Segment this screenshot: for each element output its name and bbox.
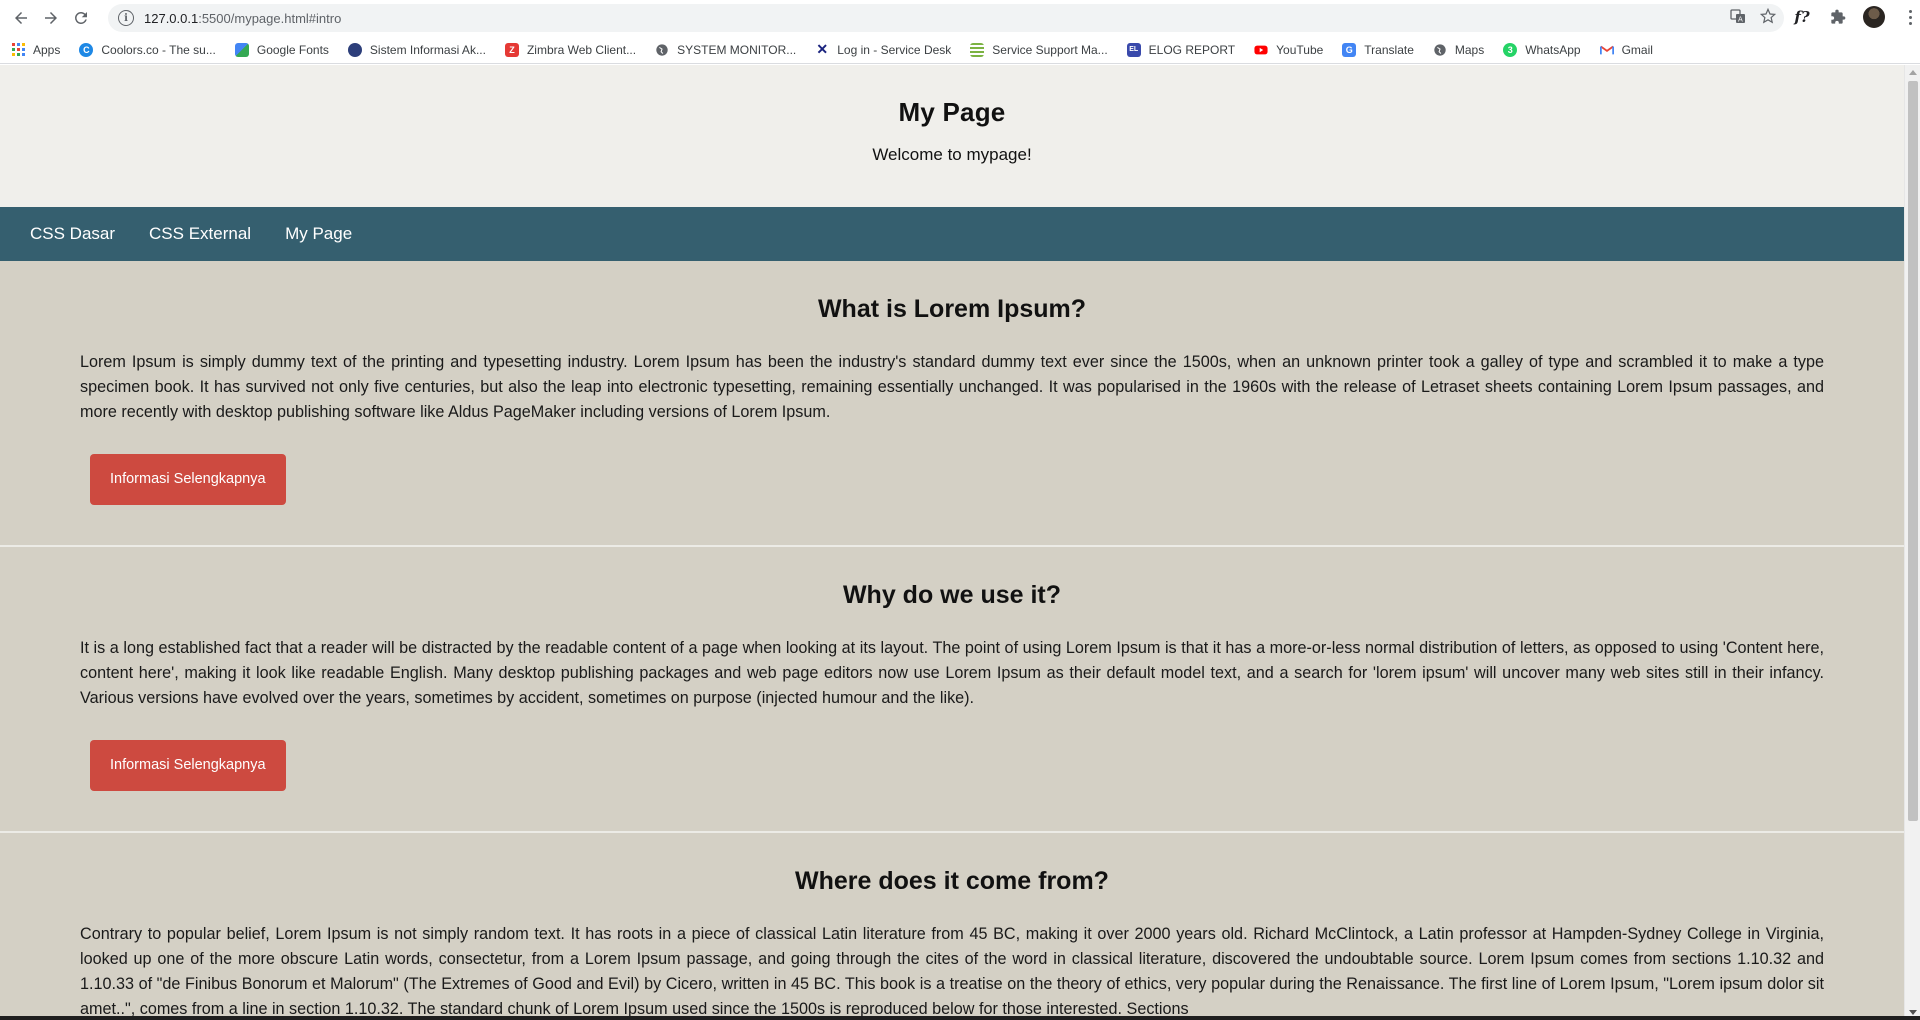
section-why-use-it: Why do we use it? It is a long establish… — [0, 547, 1904, 833]
bookmark-whatsapp[interactable]: 3 WhatsApp — [1503, 42, 1581, 57]
bookmark-youtube[interactable]: YouTube — [1254, 43, 1323, 57]
section-body: Lorem Ipsum is simply dummy text of the … — [80, 353, 1824, 421]
fx-extension-icon[interactable]: f? — [1788, 3, 1816, 31]
service-desk-icon: ✕ — [816, 41, 829, 57]
page-subtitle: Welcome to mypage! — [872, 145, 1032, 164]
bookmark-star-icon[interactable] — [1760, 8, 1776, 24]
apps-grid-icon — [12, 43, 25, 56]
scroll-up-arrow-icon[interactable] — [1909, 70, 1917, 75]
bookmark-elog-report[interactable]: EL ELOG REPORT — [1126, 42, 1235, 57]
scroll-down-arrow-icon[interactable] — [1909, 1010, 1917, 1015]
site-info-icon[interactable]: i — [118, 10, 134, 26]
arrow-right-icon — [45, 12, 57, 24]
extensions-puzzle-icon[interactable] — [1824, 3, 1852, 31]
globe-icon — [656, 43, 668, 56]
bookmark-sistem-informasi[interactable]: Sistem Informasi Ak... — [347, 42, 486, 57]
bookmark-google-fonts[interactable]: Google Fonts — [234, 42, 329, 57]
bookmark-service-desk[interactable]: ✕ Log in - Service Desk — [815, 41, 951, 57]
site-nav: CSS Dasar CSS External My Page — [0, 207, 1904, 261]
bookmark-gmail[interactable]: Gmail — [1599, 43, 1653, 57]
section-title: What is Lorem Ipsum? — [817, 295, 1087, 323]
nav-link-css-dasar[interactable]: CSS Dasar — [30, 224, 115, 244]
bookmark-service-support[interactable]: Service Support Ma... — [970, 42, 1108, 57]
bookmark-translate[interactable]: G Translate — [1342, 42, 1414, 57]
gmail-icon — [1599, 45, 1614, 54]
more-info-button[interactable]: Informasi Selengkapnya — [90, 454, 286, 505]
translate-icon: G — [1342, 42, 1357, 57]
reload-icon — [75, 11, 87, 24]
zimbra-icon: Z — [504, 42, 519, 57]
browser-menu-button[interactable] — [1896, 3, 1920, 31]
globe-icon — [1434, 43, 1446, 56]
section-what-is-lorem-ipsum: What is Lorem Ipsum? Lorem Ipsum is simp… — [0, 261, 1904, 547]
whatsapp-icon: 3 — [1503, 42, 1518, 57]
forward-button[interactable] — [36, 3, 66, 33]
address-bar[interactable]: i 127.0.0.1:5500/mypage.html#intro A — [108, 4, 1784, 32]
elog-icon: EL — [1126, 42, 1141, 57]
site-header: My Page Welcome to mypage! — [0, 65, 1904, 207]
page-viewport: My Page Welcome to mypage! CSS Dasar CSS… — [0, 65, 1904, 1020]
menu-dots-icon — [1908, 9, 1912, 25]
bookmark-system-monitor[interactable]: SYSTEM MONITOR... — [655, 43, 796, 57]
youtube-icon — [1254, 45, 1268, 54]
url-text[interactable]: 127.0.0.1:5500/mypage.html#intro — [144, 11, 341, 26]
section-body: It is a long established fact that a rea… — [80, 639, 1824, 707]
university-icon — [347, 42, 362, 57]
section-title: Why do we use it? — [842, 581, 1062, 609]
nav-link-css-external[interactable]: CSS External — [149, 224, 251, 244]
google-fonts-icon — [234, 42, 249, 57]
bookmark-apps[interactable]: Apps — [12, 43, 60, 57]
bookmark-zimbra[interactable]: Z Zimbra Web Client... — [504, 42, 636, 57]
browser-toolbar: i 127.0.0.1:5500/mypage.html#intro A f? — [0, 0, 1920, 36]
profile-avatar[interactable] — [1860, 3, 1888, 31]
reload-button[interactable] — [66, 3, 96, 33]
nav-link-my-page[interactable]: My Page — [285, 224, 352, 244]
taskbar-edge — [0, 1016, 1920, 1020]
section-where-from: Where does it come from? Contrary to pop… — [0, 833, 1904, 1020]
section-body: Contrary to popular belief, Lorem Ipsum … — [80, 925, 1824, 1018]
bookmarks-bar: Apps C Coolors.co - The su... Google Fon… — [0, 36, 1920, 64]
coolors-icon: C — [79, 42, 94, 57]
svg-text:A: A — [1738, 16, 1743, 24]
service-support-icon — [970, 42, 985, 57]
bookmark-coolors[interactable]: C Coolors.co - The su... — [79, 42, 216, 57]
section-title: Where does it come from? — [795, 867, 1109, 895]
arrow-left-icon — [15, 12, 27, 24]
scrollbar-thumb[interactable] — [1908, 81, 1918, 821]
bookmark-maps[interactable]: Maps — [1433, 43, 1484, 57]
page-title: My Page — [898, 97, 1006, 127]
back-button[interactable] — [6, 3, 36, 33]
more-info-button[interactable]: Informasi Selengkapnya — [90, 740, 286, 791]
translate-page-icon[interactable]: A — [1730, 8, 1746, 24]
page-scrollbar[interactable] — [1904, 65, 1920, 1020]
